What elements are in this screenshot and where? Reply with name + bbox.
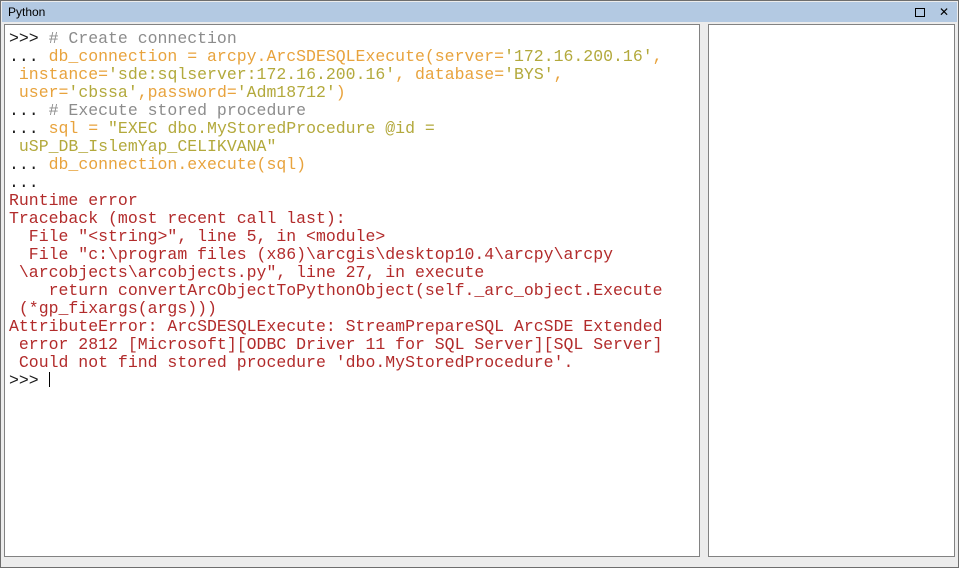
- float-window-icon: [915, 7, 925, 17]
- help-pane[interactable]: [708, 24, 955, 557]
- console-line: Runtime error: [9, 191, 138, 210]
- console-line: (*gp_fixargs(args))): [9, 299, 217, 318]
- python-window: Python ✕ >>> # Create connection... db_c…: [0, 0, 959, 568]
- console-line: instance='sde:sqlserver:172.16.200.16', …: [9, 65, 564, 84]
- console-line: AttributeError: ArcSDESQLExecute: Stream…: [9, 317, 663, 336]
- console-line: ... sql = "EXEC dbo.MyStoredProcedure @i…: [9, 119, 435, 138]
- console-line: return convertArcObjectToPythonObject(se…: [9, 281, 663, 300]
- console-line: ... db_connection = arcpy.ArcSDESQLExecu…: [9, 47, 663, 66]
- console-line: File "c:\program files (x86)\arcgis\desk…: [9, 245, 613, 264]
- text-cursor: [48, 372, 50, 387]
- console-line: error 2812 [Microsoft][ODBC Driver 11 fo…: [9, 335, 663, 354]
- console-line: Could not find stored procedure 'dbo.MyS…: [9, 353, 574, 372]
- console-line: user='cbssa',password='Adm18712'): [9, 83, 346, 102]
- console-line: ... # Execute stored procedure: [9, 101, 307, 120]
- window-controls: ✕: [913, 5, 951, 19]
- console-line: uSP_DB_IslemYap_CELIKVANA": [9, 137, 277, 156]
- float-button[interactable]: [913, 5, 927, 19]
- close-icon: ✕: [938, 5, 950, 19]
- console-output: >>> # Create connection... db_connection…: [5, 25, 699, 395]
- close-button[interactable]: ✕: [937, 5, 951, 19]
- console-line: ...: [9, 173, 39, 192]
- console-pane[interactable]: >>> # Create connection... db_connection…: [4, 24, 700, 557]
- console-line: ... db_connection.execute(sql): [9, 155, 307, 174]
- console-line: Traceback (most recent call last):: [9, 209, 346, 228]
- console-line: File "<string>", line 5, in <module>: [9, 227, 386, 246]
- console-line: \arcobjects\arcobjects.py", line 27, in …: [9, 263, 485, 282]
- titlebar[interactable]: Python ✕: [2, 2, 957, 22]
- console-line: >>> # Create connection: [9, 29, 237, 48]
- window-content: >>> # Create connection... db_connection…: [4, 24, 955, 557]
- console-line: >>>: [9, 371, 50, 390]
- window-title: Python: [8, 5, 46, 19]
- pane-splitter[interactable]: [700, 24, 708, 557]
